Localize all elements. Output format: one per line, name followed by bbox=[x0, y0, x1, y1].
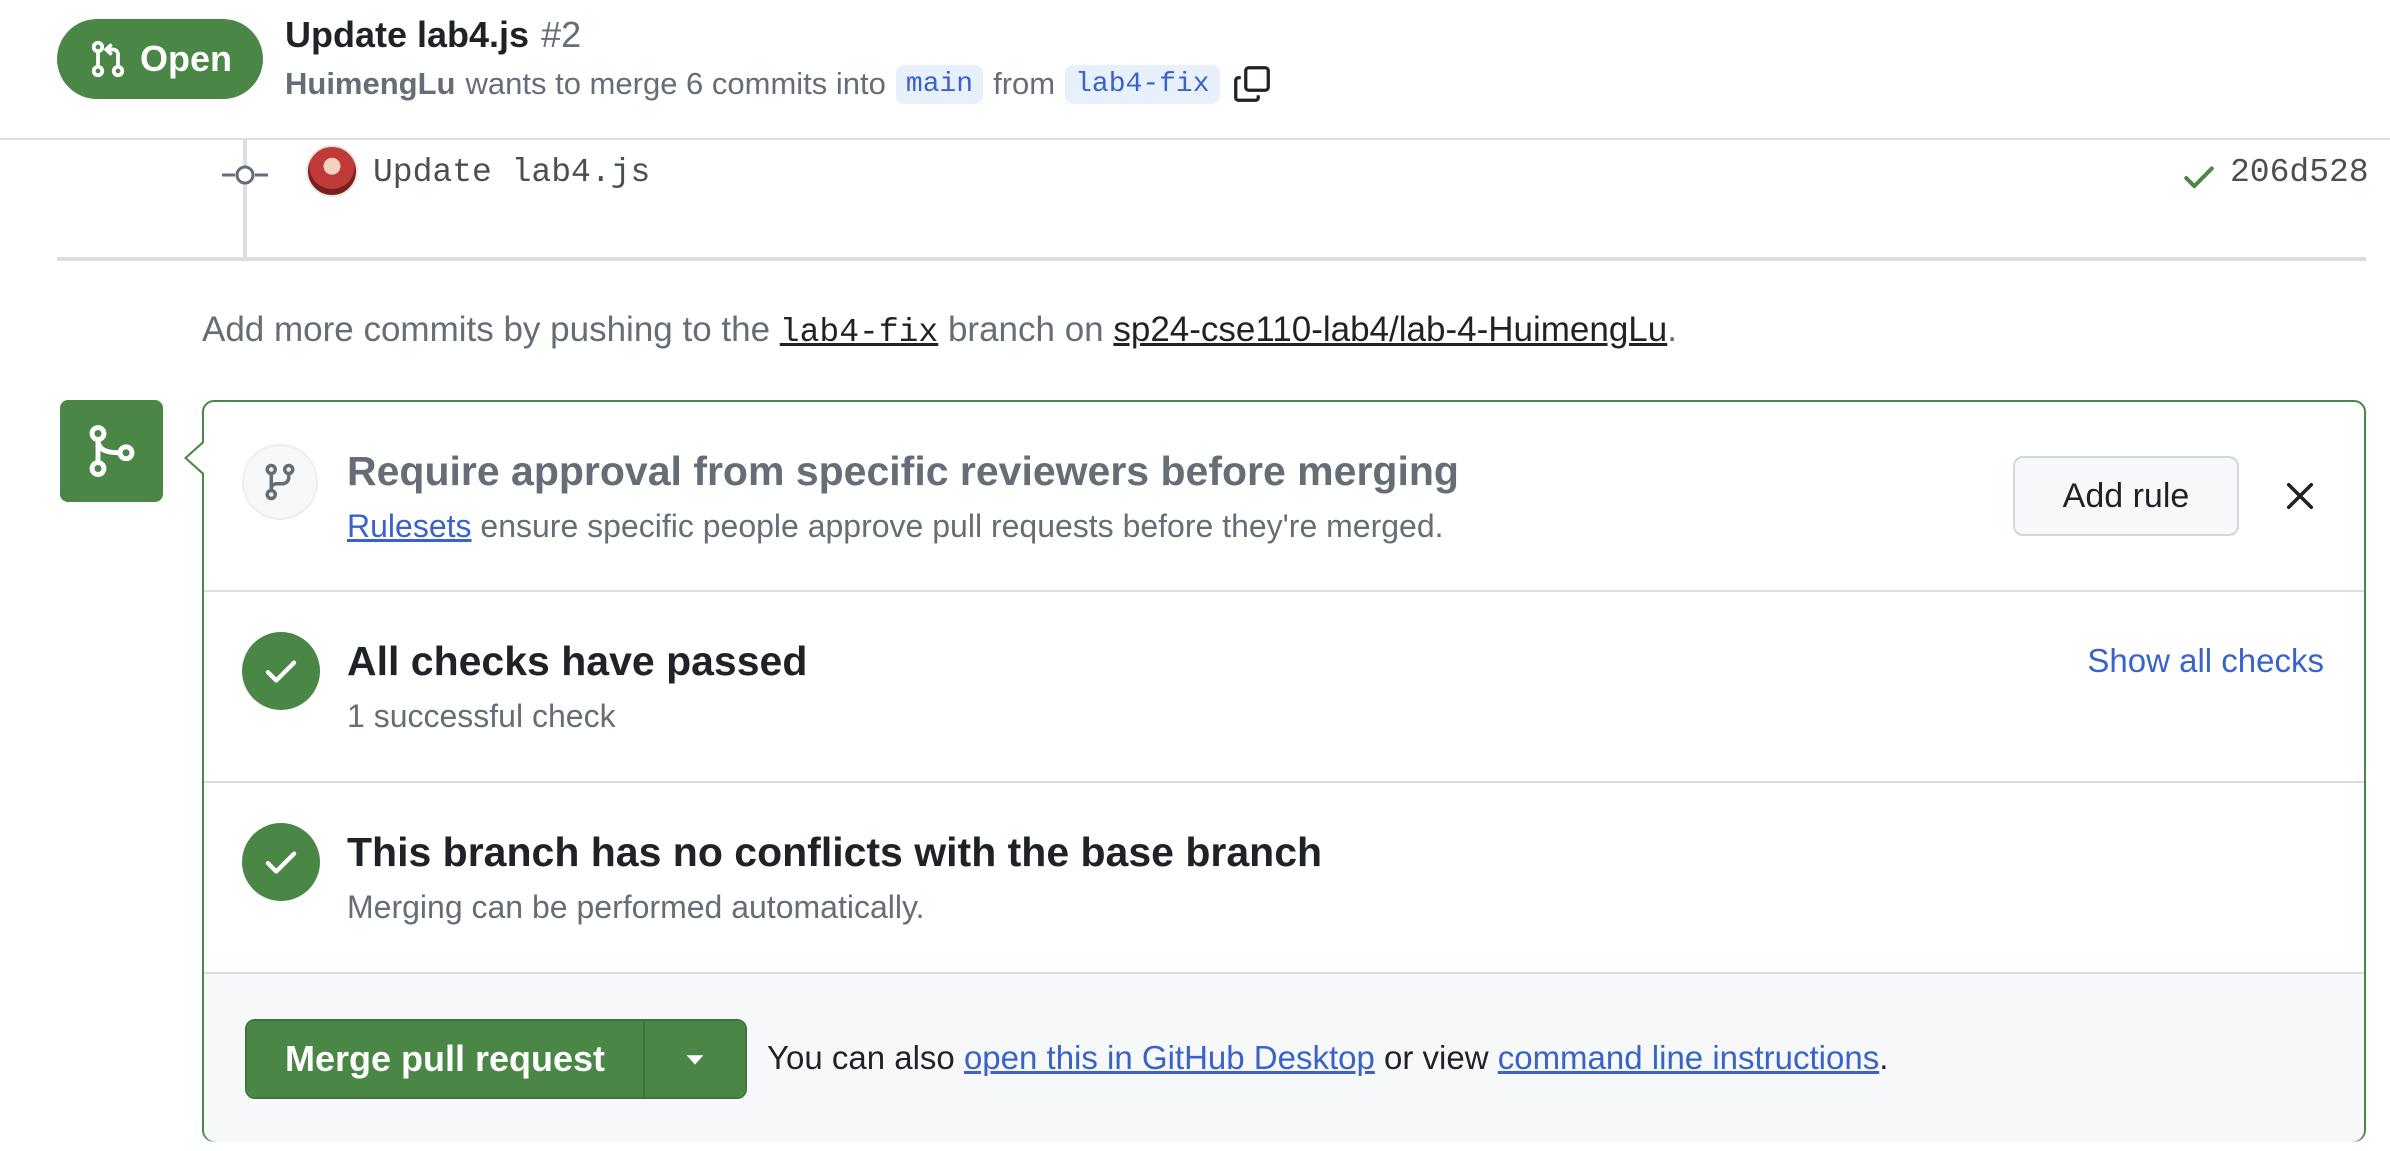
push-hint-prefix: Add more commits by pushing to the bbox=[202, 310, 771, 349]
merge-pull-request-button[interactable]: Merge pull request bbox=[247, 1021, 645, 1097]
git-commit-icon bbox=[222, 165, 268, 185]
merge-alternatives: You can also open this in GitHub Desktop… bbox=[767, 1039, 1888, 1077]
push-hint-middle: branch on bbox=[947, 310, 1104, 349]
merge-alt-prefix: You can also bbox=[767, 1039, 955, 1076]
rules-description-text: ensure specific people approve pull requ… bbox=[480, 508, 1444, 544]
push-hint: Add more commits by pushing to the lab4-… bbox=[202, 310, 1677, 351]
timeline-line bbox=[243, 140, 247, 257]
pr-state-label: Open bbox=[139, 38, 232, 79]
close-icon[interactable] bbox=[2282, 478, 2318, 514]
merge-button-group: Merge pull request bbox=[245, 1019, 747, 1099]
head-branch-tag[interactable]: lab4-fix bbox=[1065, 64, 1220, 104]
rules-icon-wrap bbox=[242, 444, 318, 520]
git-pull-request-icon bbox=[91, 40, 125, 78]
rules-suggestion: Require approval from specific reviewers… bbox=[204, 402, 2364, 592]
merge-method-dropdown[interactable] bbox=[645, 1021, 745, 1097]
check-icon[interactable] bbox=[2182, 160, 2216, 194]
checks-subtitle: 1 successful check bbox=[347, 698, 616, 734]
checks-success-badge bbox=[242, 632, 320, 710]
conflicts-subtitle: Merging can be performed automatically. bbox=[347, 889, 925, 925]
push-hint-suffix: . bbox=[1667, 310, 1677, 349]
conflicts-title: This branch has no conflicts with the ba… bbox=[347, 829, 1323, 875]
github-desktop-link[interactable]: open this in GitHub Desktop bbox=[964, 1039, 1375, 1076]
pr-state-badge: Open bbox=[57, 19, 263, 99]
show-all-checks-button[interactable]: Show all checks bbox=[2087, 642, 2324, 680]
add-rule-button[interactable]: Add rule bbox=[2013, 456, 2239, 536]
pr-meta: HuimengLu wants to merge 6 commits into … bbox=[285, 62, 1274, 106]
pr-title-text: Update lab4.js bbox=[285, 14, 530, 55]
pr-title: Update lab4.js #2 bbox=[285, 14, 581, 56]
base-branch-tag[interactable]: main bbox=[895, 64, 984, 104]
checks-status: All checks have passed 1 successful chec… bbox=[204, 592, 2364, 783]
git-merge-icon bbox=[89, 425, 134, 477]
rules-description: Rulesets ensure specific people approve … bbox=[347, 508, 1444, 545]
push-hint-branch[interactable]: lab4-fix bbox=[780, 314, 938, 351]
merge-alt-suffix: . bbox=[1879, 1039, 1889, 1076]
git-branch-icon bbox=[265, 463, 295, 501]
pr-merge-text: wants to merge 6 commits into bbox=[465, 66, 886, 101]
avatar[interactable] bbox=[306, 145, 358, 197]
copy-icon[interactable] bbox=[1230, 62, 1274, 106]
commit-message-link[interactable]: Update lab4.js bbox=[373, 154, 650, 191]
push-hint-repo-link[interactable]: sp24-cse110-lab4/lab-4-HuimengLu bbox=[1113, 310, 1667, 349]
commit-sha-link[interactable]: 206d528 bbox=[2230, 154, 2369, 191]
merge-status-marker bbox=[60, 400, 163, 502]
check-icon bbox=[265, 660, 297, 683]
rulesets-link[interactable]: Rulesets bbox=[347, 508, 472, 544]
timeline-divider bbox=[57, 257, 2366, 261]
rules-title: Require approval from specific reviewers… bbox=[347, 448, 1459, 494]
triangle-down-icon bbox=[686, 1055, 704, 1065]
conflicts-success-badge bbox=[242, 823, 320, 901]
pr-from-text: from bbox=[993, 66, 1056, 101]
merge-actions: Merge pull request You can also open thi… bbox=[204, 974, 2364, 1142]
merge-alt-middle: or view bbox=[1384, 1039, 1489, 1076]
pr-sticky-header: Open Update lab4.js #2 HuimengLu wants t… bbox=[0, 0, 2390, 140]
check-icon bbox=[265, 851, 297, 874]
pr-author-link[interactable]: HuimengLu bbox=[285, 66, 456, 102]
pr-number: #2 bbox=[541, 14, 582, 55]
merge-box: Require approval from specific reviewers… bbox=[184, 400, 2366, 1142]
checks-title: All checks have passed bbox=[347, 638, 808, 684]
conflicts-status: This branch has no conflicts with the ba… bbox=[204, 783, 2364, 974]
command-line-instructions-link[interactable]: command line instructions bbox=[1498, 1039, 1880, 1076]
